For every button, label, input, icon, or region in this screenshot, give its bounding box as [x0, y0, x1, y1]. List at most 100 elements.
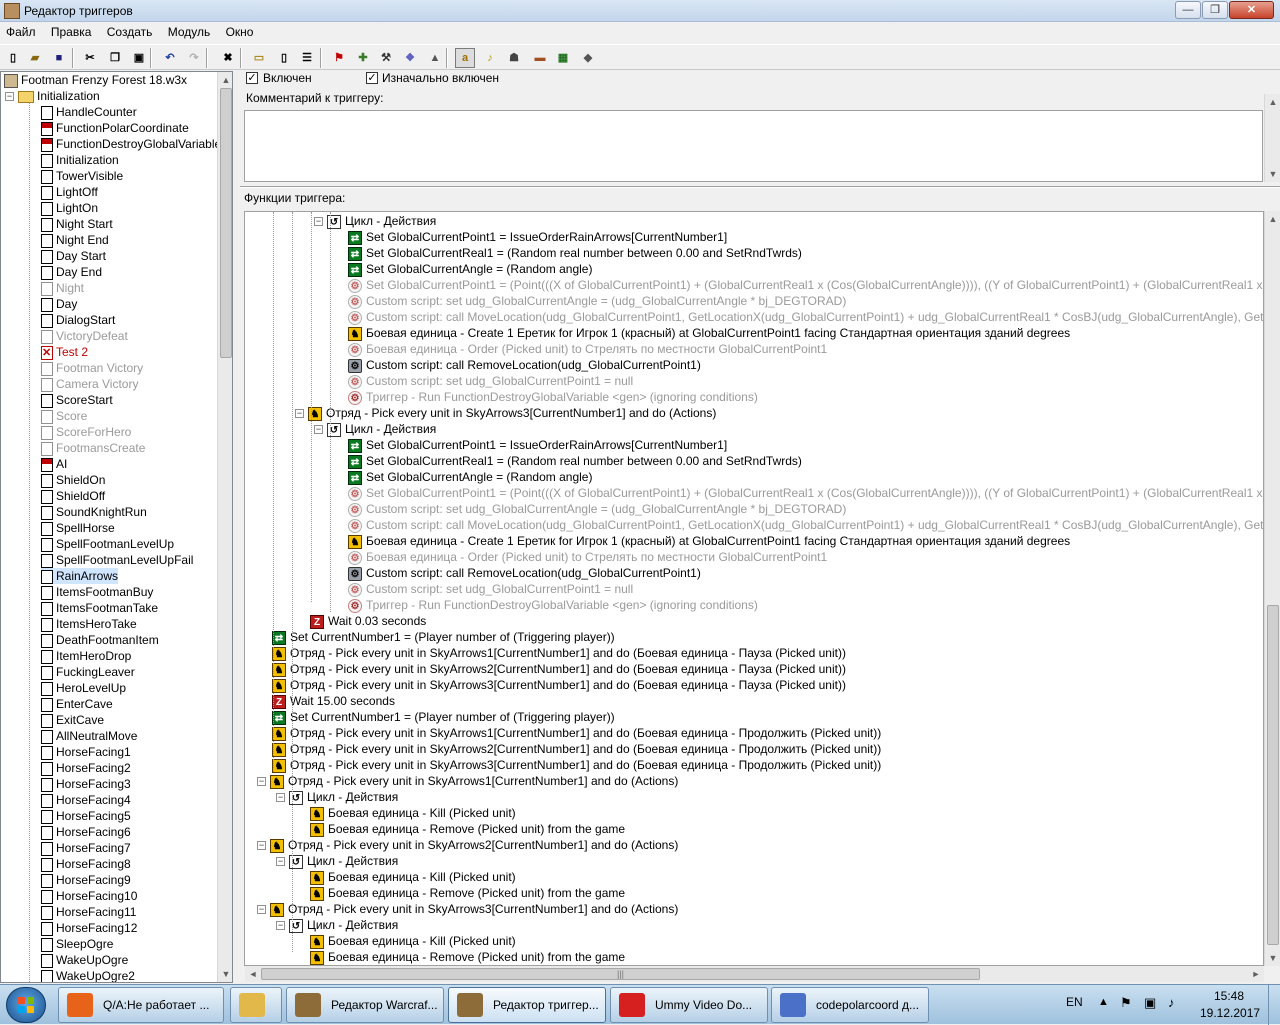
- new-icon[interactable]: ▯: [3, 48, 23, 68]
- enabled-checkbox[interactable]: ✓: [246, 72, 258, 84]
- function-row[interactable]: ⇄ Set GlobalCurrentAngle = (Random angle): [348, 261, 592, 277]
- open-icon[interactable]: ▰: [25, 48, 45, 68]
- maximize-button[interactable]: ❐: [1202, 1, 1228, 19]
- save-icon[interactable]: ■: [49, 48, 69, 68]
- function-row[interactable]: ⚙ Custom script: call MoveLocation(udg_Gl…: [348, 517, 1263, 533]
- tree-item-trigger[interactable]: LightOff: [41, 184, 98, 200]
- ai-editor-icon[interactable]: ☗: [504, 48, 524, 68]
- language-indicator[interactable]: EN: [1066, 995, 1083, 1009]
- function-row[interactable]: − ↺ Цикл - Действия: [276, 789, 398, 805]
- function-row[interactable]: ⚙ Set GlobalCurrentPoint1 = (Point(((X of…: [348, 485, 1263, 501]
- tree-item-trigger[interactable]: SpellFootmanLevelUpFail: [41, 552, 193, 568]
- tree-item-trigger[interactable]: Day End: [41, 264, 102, 280]
- menu-file[interactable]: Файл: [0, 22, 42, 39]
- tree-item-trigger[interactable]: ItemsFootmanTake: [41, 600, 158, 616]
- doodad-editor-icon[interactable]: ⚒: [376, 48, 396, 68]
- function-row[interactable]: ⚙ Custom script: call MoveLocation(udg_Gl…: [348, 309, 1263, 325]
- comment-scrollbar[interactable]: ▲ ▼: [1264, 94, 1280, 182]
- function-row[interactable]: ♞ Боевая единица - Kill (Picked unit): [310, 933, 516, 949]
- tree-item-trigger[interactable]: HorseFacing11: [41, 904, 136, 920]
- tree-item-trigger[interactable]: HorseFacing12: [41, 920, 137, 936]
- comment-icon[interactable]: ☰: [297, 48, 317, 68]
- tree-item-trigger[interactable]: HorseFacing3: [41, 776, 131, 792]
- tree-item-trigger[interactable]: SpellFootmanLevelUp: [41, 536, 174, 552]
- function-row[interactable]: − ♞ Отряд - Pick every unit in SkyArrows3[…: [257, 901, 678, 917]
- import-manager-icon[interactable]: ▦: [553, 48, 573, 68]
- tree-item-trigger[interactable]: TowerVisible: [41, 168, 123, 184]
- tree-item-trigger[interactable]: HorseFacing1: [41, 744, 131, 760]
- collapse-toggle[interactable]: −: [314, 425, 323, 435]
- tree-item-trigger[interactable]: ShieldOff: [41, 488, 105, 504]
- category-icon[interactable]: ▭: [249, 48, 269, 68]
- collapse-toggle[interactable]: −: [276, 793, 285, 803]
- campaign-editor-icon[interactable]: ♪: [480, 48, 500, 68]
- scroll-thumb[interactable]: [220, 88, 232, 358]
- tree-item-trigger[interactable]: Test 2: [41, 344, 88, 361]
- function-row[interactable]: − ↺ Цикл - Действия: [276, 917, 398, 933]
- functions-hscrollbar[interactable]: ◄ ||| ►: [245, 966, 1264, 982]
- tree-item-trigger[interactable]: ItemHeroDrop: [41, 648, 131, 664]
- function-row[interactable]: ♞ Боевая единица - Remove (Picked unit) f…: [310, 949, 625, 965]
- function-row[interactable]: Z Wait 15.00 seconds: [272, 693, 395, 709]
- function-row[interactable]: ⇄ Set GlobalCurrentPoint1 = IssueOrderRai…: [348, 229, 727, 245]
- menu-edit[interactable]: Правка: [45, 22, 98, 39]
- tree-item-trigger[interactable]: SpellHorse: [41, 520, 115, 536]
- function-row[interactable]: ⇄ Set CurrentNumber1 = (Player number of …: [272, 629, 615, 645]
- tree-item-trigger[interactable]: Day: [41, 296, 77, 312]
- action-center-icon[interactable]: ⚑: [1120, 995, 1132, 1011]
- scroll-up-icon[interactable]: ▲: [1265, 94, 1280, 110]
- menu-module[interactable]: Модуль: [162, 22, 217, 39]
- trigger-icon[interactable]: ▯: [274, 48, 294, 68]
- test-map-icon[interactable]: ◆: [578, 48, 598, 68]
- volume-icon[interactable]: ♪: [1168, 995, 1175, 1010]
- tree-item-trigger[interactable]: Night Start: [41, 216, 113, 232]
- function-row[interactable]: ⚙ Custom script: set udg_GlobalCurrentPoi…: [348, 581, 633, 597]
- clock-time[interactable]: 15:48: [1214, 989, 1244, 1003]
- function-row[interactable]: ♞ Отряд - Pick every unit in SkyArrows1[C…: [272, 645, 846, 661]
- scroll-left-icon[interactable]: ◄: [245, 966, 261, 982]
- redo-icon[interactable]: ↷: [184, 48, 204, 68]
- function-row[interactable]: ⚙ Триггер - Run FunctionDestroyGlobalVari…: [348, 597, 758, 613]
- function-row[interactable]: − ↺ Цикл - Действия: [314, 213, 436, 229]
- function-row[interactable]: − ♞ Отряд - Pick every unit in SkyArrows3[…: [295, 405, 716, 421]
- object-editor-icon[interactable]: a: [455, 48, 475, 68]
- functions-scrollbar[interactable]: ▲ ▼: [1264, 211, 1280, 966]
- tree-item-trigger[interactable]: ExitCave: [41, 712, 104, 728]
- tree-scrollbar[interactable]: ▲ ▼: [217, 72, 232, 982]
- tree-item-trigger[interactable]: DeathFootmanItem: [41, 632, 159, 648]
- delete-icon[interactable]: ✖: [218, 48, 238, 68]
- tree-item-trigger[interactable]: HeroLevelUp: [41, 680, 126, 696]
- tree-item-trigger[interactable]: SoundKnightRun: [41, 504, 147, 520]
- tree-item-trigger[interactable]: LightOn: [41, 200, 98, 216]
- comment-field[interactable]: [244, 110, 1263, 182]
- object-manager-icon[interactable]: ▬: [530, 48, 550, 68]
- taskbar-item[interactable]: Ummy Video Do...: [610, 987, 768, 1023]
- function-row[interactable]: ♞ Боевая единица - Remove (Picked unit) f…: [310, 821, 625, 837]
- taskbar-item[interactable]: Редактор триггер...: [448, 987, 606, 1023]
- tree-item-trigger[interactable]: FunctionDestroyGlobalVariable: [41, 136, 221, 152]
- taskbar-item[interactable]: Редактор Warcraf...: [286, 987, 444, 1023]
- collapse-toggle[interactable]: −: [257, 841, 266, 851]
- function-row[interactable]: ⚙ Custom script: call RemoveLocation(udg_…: [348, 357, 701, 373]
- function-row[interactable]: ⇄ Set CurrentNumber1 = (Player number of …: [272, 709, 615, 725]
- trigger-editor-icon[interactable]: ❖: [400, 48, 420, 68]
- function-row[interactable]: ⚙ Боевая единица - Order (Picked unit) to…: [348, 549, 827, 565]
- tree-item-trigger[interactable]: SleepOgre: [41, 936, 113, 952]
- tree-item-trigger[interactable]: ItemsFootmanBuy: [41, 584, 153, 600]
- function-row[interactable]: ⚙ Custom script: set udg_GlobalCurrentPoi…: [348, 373, 633, 389]
- function-row[interactable]: ⇄ Set GlobalCurrentPoint1 = IssueOrderRai…: [348, 437, 727, 453]
- tree-item-trigger[interactable]: HorseFacing9: [41, 872, 131, 888]
- tree-item-trigger[interactable]: ShieldOn: [41, 472, 105, 488]
- tree-item-trigger[interactable]: Footman Victory: [41, 360, 143, 376]
- tree-item-trigger[interactable]: FuckingLeaver: [41, 664, 135, 680]
- function-row[interactable]: ♞ Отряд - Pick every unit in SkyArrows3[C…: [272, 677, 846, 693]
- function-row[interactable]: − ↺ Цикл - Действия: [276, 853, 398, 869]
- menu-create[interactable]: Создать: [101, 22, 159, 39]
- paste-icon[interactable]: ▣: [129, 48, 149, 68]
- scroll-right-icon[interactable]: ►: [1248, 966, 1264, 982]
- scroll-down-icon[interactable]: ▼: [218, 966, 232, 982]
- tree-item-trigger[interactable]: HorseFacing8: [41, 856, 131, 872]
- collapse-toggle[interactable]: −: [276, 921, 285, 931]
- function-row[interactable]: − ♞ Отряд - Pick every unit in SkyArrows2[…: [257, 837, 678, 853]
- function-row[interactable]: ♞ Боевая единица - Kill (Picked unit): [310, 869, 516, 885]
